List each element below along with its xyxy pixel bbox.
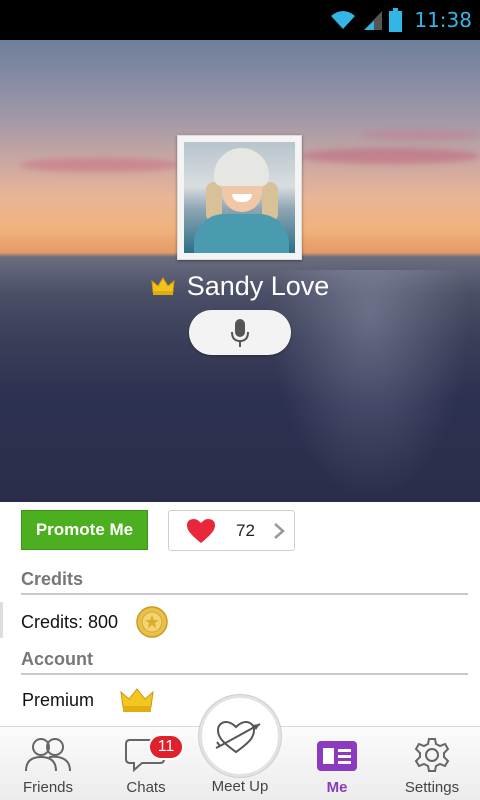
avatar-photo <box>184 142 295 253</box>
cover-cloud <box>20 158 180 172</box>
tab-friends[interactable]: Friends <box>8 727 88 800</box>
battery-icon <box>389 8 403 32</box>
tab-settings-label: Settings <box>404 779 460 796</box>
tab-chats-label: Chats <box>126 779 166 796</box>
signal-icon <box>364 11 383 30</box>
tab-chats[interactable]: Chats 11 <box>106 727 186 800</box>
crown-icon <box>151 277 175 295</box>
likes-button[interactable]: 72 <box>168 510 295 551</box>
profile-name-row: Sandy Love <box>0 268 480 304</box>
credits-label: Credits: 800 <box>21 611 119 632</box>
avatar[interactable] <box>177 135 302 260</box>
heart-icon <box>187 518 215 543</box>
tab-meet-up[interactable] <box>199 695 281 777</box>
wifi-icon <box>331 11 356 29</box>
crown-icon <box>120 688 154 712</box>
chevron-right-icon <box>274 523 285 539</box>
account-header: Account <box>21 645 468 675</box>
tab-me[interactable]: Me <box>297 727 377 800</box>
status-time: 11:38 <box>414 8 472 32</box>
cover-cloud <box>360 130 480 140</box>
profile-name: Sandy Love <box>186 270 330 301</box>
friends-icon <box>25 738 71 772</box>
credits-row[interactable]: Credits: 800 <box>21 602 468 642</box>
gear-icon <box>414 738 450 772</box>
voice-intro-button[interactable] <box>189 310 291 355</box>
divider <box>0 602 3 638</box>
promote-me-button[interactable]: Promote Me <box>21 510 148 550</box>
unread-badge: 11 <box>148 734 184 760</box>
premium-label: Premium <box>22 689 95 710</box>
status-bar: 11:38 <box>0 0 480 40</box>
tab-friends-label: Friends <box>22 779 74 796</box>
tab-me-label: Me <box>326 779 348 796</box>
likes-count: 72 <box>236 520 255 540</box>
coin-icon <box>136 606 168 638</box>
credits-header: Credits <box>21 565 468 595</box>
tab-settings[interactable]: Settings <box>391 727 473 800</box>
profile-card-icon <box>317 741 357 771</box>
action-row: Promote Me 72 <box>0 502 480 556</box>
cover-wake <box>270 270 470 500</box>
tab-meet-up-label: Meet Up <box>211 778 269 795</box>
cover-cloud <box>300 148 480 164</box>
cupid-heart-icon <box>215 720 261 754</box>
microphone-icon <box>231 318 249 347</box>
